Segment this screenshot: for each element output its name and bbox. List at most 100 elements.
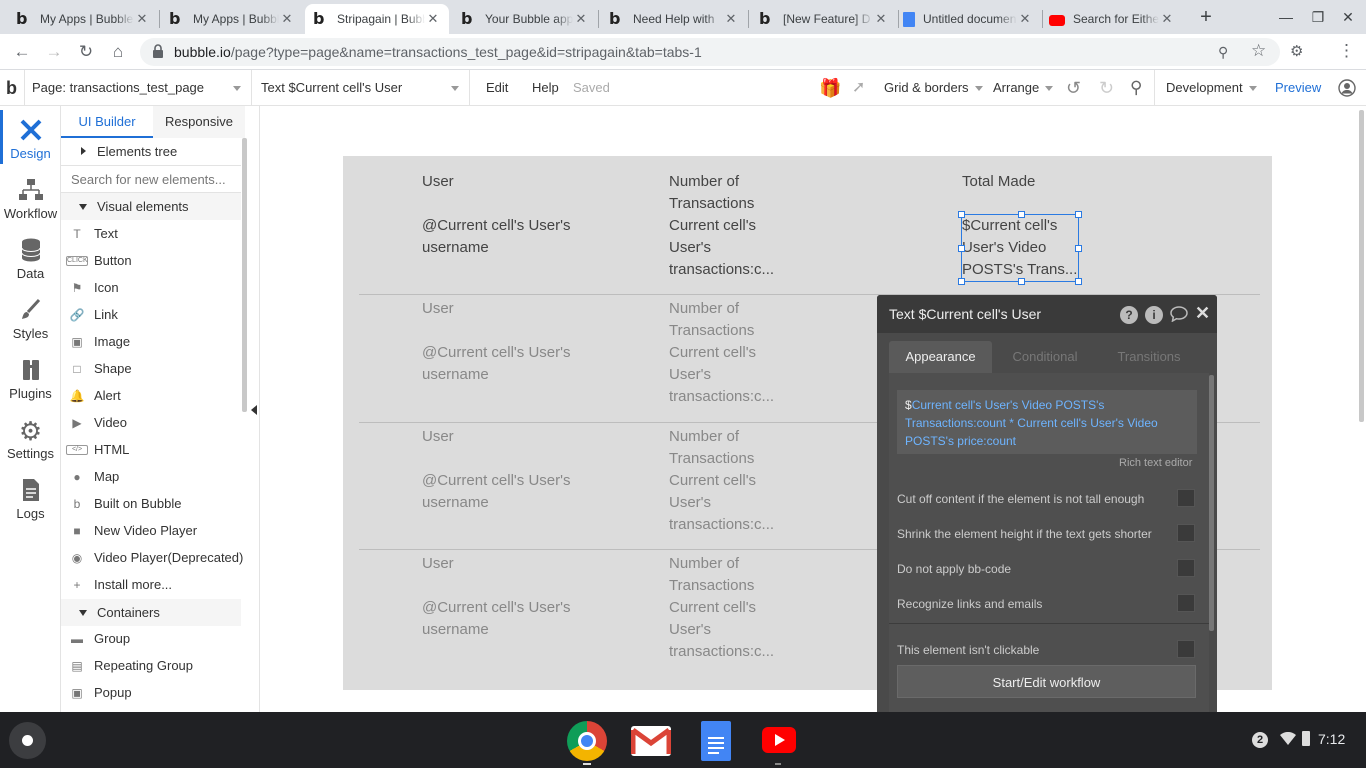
forward-arrow-icon[interactable]: → bbox=[41, 39, 67, 65]
grid-borders-menu[interactable]: Grid & borders bbox=[884, 70, 983, 106]
cell-transactions-value[interactable]: Current cell's User's transactions:c... bbox=[669, 470, 799, 536]
status-tray[interactable]: 2 7:12 bbox=[1240, 726, 1360, 756]
tab-transitions[interactable]: Transitions bbox=[1104, 341, 1194, 373]
cell-user-label[interactable]: User bbox=[422, 298, 542, 320]
cell-transactions-label[interactable]: Number of Transactions bbox=[669, 298, 779, 342]
browser-menu-icon[interactable]: ⋮ bbox=[1338, 41, 1355, 61]
start-edit-workflow-button[interactable]: Start/Edit workflow bbox=[897, 665, 1196, 698]
property-scrollbar[interactable] bbox=[1209, 375, 1214, 631]
option-checkbox[interactable] bbox=[1177, 524, 1195, 542]
info-icon[interactable]: i bbox=[1145, 306, 1163, 324]
help-icon[interactable]: ? bbox=[1120, 306, 1138, 324]
tab-responsive[interactable]: Responsive bbox=[153, 106, 245, 138]
minimize-window-button[interactable]: — bbox=[1274, 6, 1298, 28]
resize-handle[interactable] bbox=[1018, 278, 1025, 285]
nav-design[interactable]: Design bbox=[0, 118, 61, 161]
palette-item[interactable]: ▣ Image bbox=[61, 328, 241, 355]
palette-item[interactable]: ● Map bbox=[61, 463, 241, 490]
palette-item[interactable]: ▤ Repeating Group bbox=[61, 652, 241, 679]
expression-text[interactable]: Current cell's User's Video POSTS's Tran… bbox=[905, 398, 1158, 448]
browser-tab[interactable]: b [New Feature] D ✕ bbox=[751, 4, 897, 34]
palette-item[interactable]: </> HTML bbox=[61, 436, 241, 463]
arrange-menu[interactable]: Arrange bbox=[993, 70, 1054, 106]
close-tab-icon[interactable]: ✕ bbox=[1017, 11, 1033, 27]
browser-tab[interactable]: b My Apps | Bubble ✕ bbox=[8, 4, 158, 34]
account-avatar-icon[interactable] bbox=[1338, 70, 1358, 106]
bubble-logo-icon[interactable]: b bbox=[6, 70, 17, 106]
expression-field[interactable]: $Current cell's User's Video POSTS's Tra… bbox=[897, 390, 1197, 454]
close-window-button[interactable]: ✕ bbox=[1336, 6, 1360, 28]
tab-appearance[interactable]: Appearance bbox=[889, 341, 992, 373]
cell-username[interactable]: @Current cell's User's username bbox=[422, 342, 572, 386]
maximize-window-button[interactable]: ❐ bbox=[1306, 6, 1330, 28]
version-selector[interactable]: Development bbox=[1154, 70, 1266, 106]
home-icon[interactable]: ⌂ bbox=[105, 39, 131, 65]
gmail-app-icon[interactable] bbox=[630, 726, 672, 756]
tab-conditional[interactable]: Conditional bbox=[1000, 341, 1090, 373]
cell-username[interactable]: @Current cell's User's username bbox=[422, 215, 572, 259]
nav-plugins[interactable]: Plugins bbox=[0, 358, 61, 401]
page-selector[interactable]: Page: transactions_test_page bbox=[24, 70, 252, 106]
key-icon[interactable]: ⚲ bbox=[1218, 44, 1228, 61]
cell-transactions-value[interactable]: Current cell's User's transactions:c... bbox=[669, 215, 799, 281]
rich-text-editor-link[interactable]: Rich text editor bbox=[1119, 457, 1192, 469]
cell-user-label[interactable]: User bbox=[422, 553, 542, 575]
cell-user-label[interactable]: User bbox=[422, 426, 542, 448]
palette-item[interactable]: CLICK Button bbox=[61, 247, 241, 274]
element-selector[interactable]: Text $Current cell's User bbox=[252, 70, 470, 106]
close-tab-icon[interactable]: ✕ bbox=[425, 11, 441, 27]
gift-icon[interactable]: 🎁 bbox=[819, 70, 841, 106]
browser-tab[interactable]: b Need Help with ✕ bbox=[601, 4, 747, 34]
browser-tab[interactable]: Untitled document ✕ bbox=[895, 4, 1041, 34]
redo-icon[interactable]: ↻ bbox=[1099, 70, 1114, 106]
resize-handle[interactable] bbox=[1018, 211, 1025, 218]
preview-button[interactable]: Preview bbox=[1275, 70, 1321, 106]
nav-settings[interactable]: ⚙ Settings bbox=[0, 418, 61, 461]
help-menu[interactable]: Help bbox=[532, 70, 559, 106]
option-checkbox[interactable] bbox=[1177, 594, 1195, 612]
browser-tab[interactable]: b Stripagain | Bubble✕ bbox=[305, 4, 449, 34]
resize-handle[interactable] bbox=[958, 278, 965, 285]
docs-app-icon[interactable] bbox=[701, 721, 731, 761]
palette-item[interactable]: ⚑ Icon bbox=[61, 274, 241, 301]
palette-scrollbar[interactable] bbox=[242, 138, 247, 412]
cell-transactions-label[interactable]: Number of Transactions bbox=[669, 553, 779, 597]
canvas-scrollbar[interactable] bbox=[1359, 110, 1364, 422]
close-tab-icon[interactable]: ✕ bbox=[873, 11, 889, 27]
tab-ui-builder[interactable]: UI Builder bbox=[61, 106, 153, 138]
containers-header[interactable]: Containers bbox=[61, 599, 241, 626]
close-tab-icon[interactable]: ✕ bbox=[723, 11, 739, 27]
palette-item[interactable]: ■ New Video Player bbox=[61, 517, 241, 544]
back-arrow-icon[interactable]: ← bbox=[9, 39, 35, 65]
cell-username[interactable]: @Current cell's User's username bbox=[422, 470, 572, 514]
palette-item[interactable]: ▬ Group bbox=[61, 625, 241, 652]
cell-transactions-label[interactable]: Number of Transactions bbox=[669, 426, 779, 470]
resize-handle[interactable] bbox=[1075, 245, 1082, 252]
palette-item[interactable]: □ Shape bbox=[61, 355, 241, 382]
palette-item[interactable]: ◉ Video Player(Deprecated) bbox=[61, 544, 244, 571]
resize-handle[interactable] bbox=[1075, 278, 1082, 285]
new-tab-button[interactable]: + bbox=[1194, 5, 1218, 29]
url-text[interactable]: bubble.io/page?type=page&name=transactio… bbox=[174, 44, 702, 60]
chrome-app-icon[interactable] bbox=[567, 721, 607, 761]
elements-tree-toggle[interactable]: Elements tree bbox=[61, 138, 241, 165]
bookmark-star-icon[interactable]: ☆ bbox=[1251, 41, 1266, 61]
header-total[interactable]: Total Made bbox=[962, 171, 1035, 193]
palette-item[interactable]: 🔔 Alert bbox=[61, 382, 241, 409]
header-user[interactable]: User bbox=[422, 171, 454, 193]
close-tab-icon[interactable]: ✕ bbox=[573, 11, 589, 27]
resize-handle[interactable] bbox=[958, 211, 965, 218]
browser-tab[interactable]: b Your Bubble app ✕ bbox=[453, 4, 597, 34]
nav-data[interactable]: Data bbox=[0, 238, 61, 281]
edit-menu[interactable]: Edit bbox=[486, 70, 508, 106]
pointer-icon[interactable]: ➚ bbox=[852, 70, 865, 106]
palette-item[interactable]: b Built on Bubble bbox=[61, 490, 241, 517]
option-checkbox[interactable] bbox=[1177, 489, 1195, 507]
property-editor-header[interactable]: Text $Current cell's User ? i ✕ bbox=[877, 295, 1217, 333]
cell-username[interactable]: @Current cell's User's username bbox=[422, 597, 572, 641]
option-checkbox[interactable] bbox=[1177, 640, 1195, 658]
visual-elements-header[interactable]: Visual elements bbox=[61, 193, 241, 220]
reload-icon[interactable]: ↻ bbox=[73, 39, 99, 65]
browser-tab[interactable]: Search for Either ✕ bbox=[1041, 4, 1183, 34]
extension-icon[interactable]: ⚙ bbox=[1290, 42, 1303, 60]
